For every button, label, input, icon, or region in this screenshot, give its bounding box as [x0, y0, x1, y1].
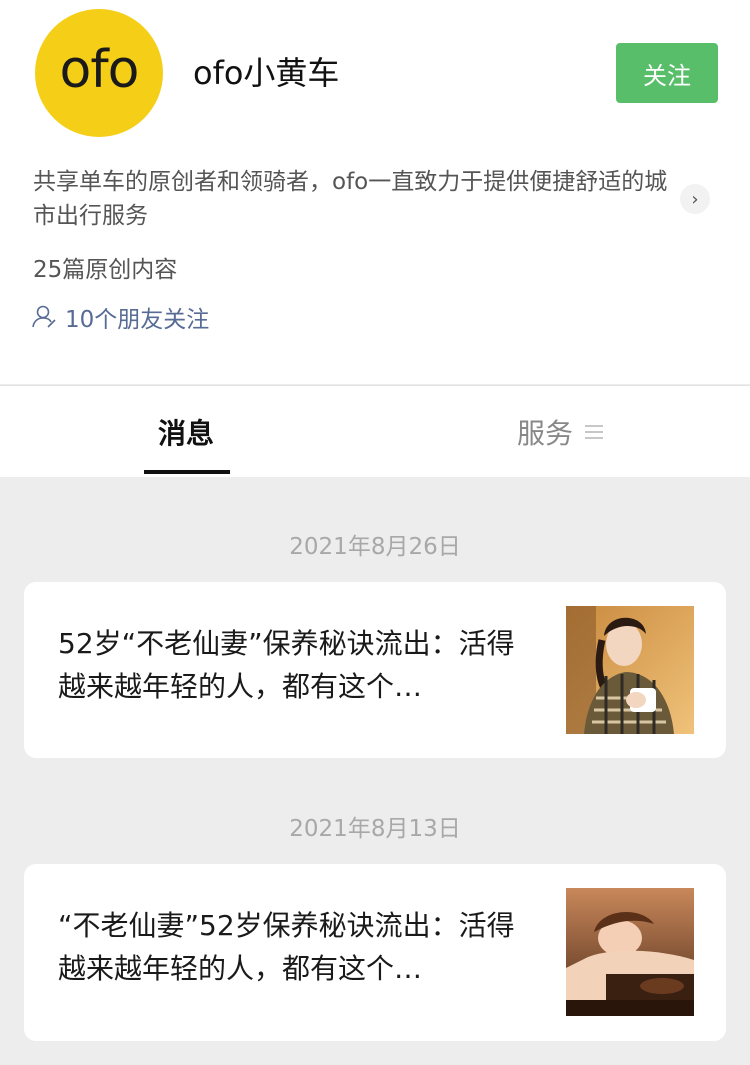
friends-following-label: 10个朋友关注: [65, 307, 210, 333]
account-name: ofo小黄车: [193, 54, 340, 92]
original-content-count: 25篇原创内容: [33, 257, 178, 283]
tab-services[interactable]: 服务: [517, 386, 604, 477]
tab-messages[interactable]: 消息: [158, 386, 214, 477]
logo-text: ofo: [59, 40, 140, 100]
chevron-right-icon[interactable]: ›: [680, 184, 710, 214]
follow-button[interactable]: 关注: [616, 43, 718, 103]
tab-services-label: 服务: [517, 416, 574, 450]
tab-bar: 消息 服务: [0, 385, 750, 477]
active-tab-indicator: [144, 470, 230, 474]
message-card[interactable]: 52岁“不老仙妻”保养秘诀流出：活得越来越年轻的人，都有这个…: [24, 582, 726, 758]
account-description[interactable]: 共享单车的原创者和领骑者，ofo一直致力于提供便捷舒适的城市出行服务: [33, 165, 673, 233]
article-title[interactable]: “不老仙妻”52岁保养秘诀流出：活得越来越年轻的人，都有这个…: [58, 904, 538, 990]
message-card[interactable]: “不老仙妻”52岁保养秘诀流出：活得越来越年轻的人，都有这个…: [24, 864, 726, 1041]
person-icon: [32, 305, 56, 328]
account-profile: ofo ofo小黄车 关注 共享单车的原创者和领骑者，ofo一直致力于提供便捷舒…: [0, 0, 750, 384]
ofo-logo-avatar[interactable]: ofo: [35, 9, 163, 137]
menu-icon: [585, 424, 604, 439]
article-thumbnail[interactable]: [566, 888, 694, 1016]
tab-messages-label: 消息: [158, 416, 215, 450]
friends-following[interactable]: 10个朋友关注: [31, 300, 209, 334]
article-thumbnail[interactable]: [566, 606, 694, 734]
article-title[interactable]: 52岁“不老仙妻”保养秘诀流出：活得越来越年轻的人，都有这个…: [58, 622, 538, 708]
message-date: 2021年8月13日: [289, 816, 461, 842]
message-date: 2021年8月26日: [289, 534, 461, 560]
